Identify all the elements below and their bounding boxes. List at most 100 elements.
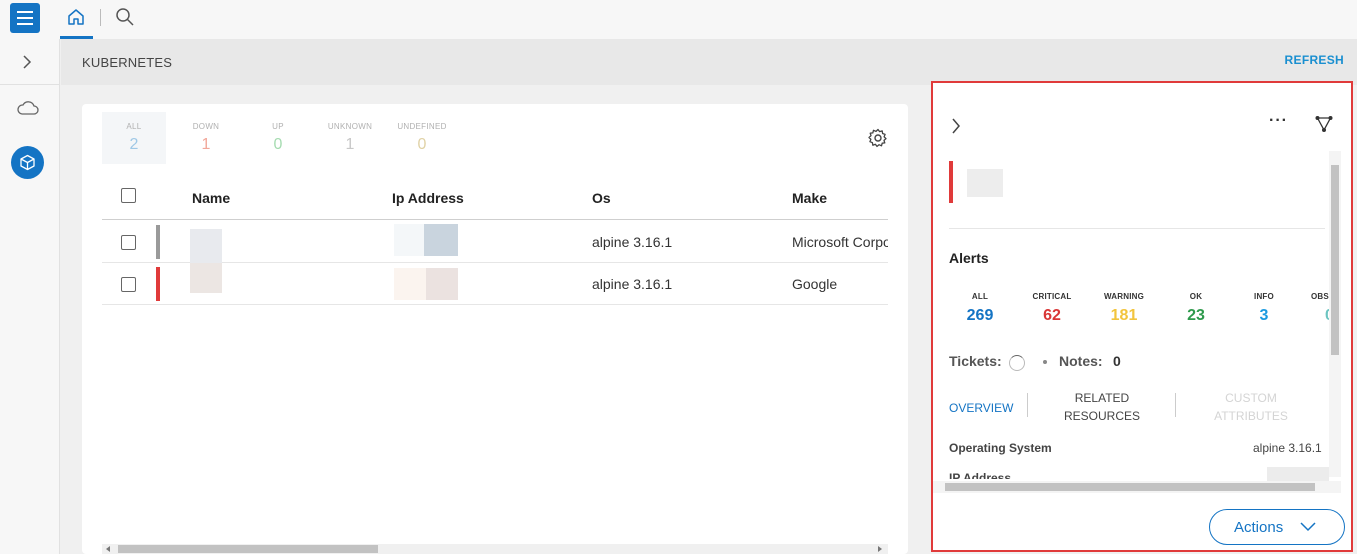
search-icon[interactable] <box>115 7 135 27</box>
divider <box>949 228 1325 229</box>
redacted-name <box>190 229 222 263</box>
alert-count-value: 269 <box>966 307 994 324</box>
alert-count-value: 181 <box>1110 307 1138 324</box>
redacted-name <box>190 263 222 293</box>
filter-unknown[interactable]: UNKNOWN 1 <box>318 112 382 164</box>
row-checkbox[interactable] <box>121 277 136 292</box>
filter-count: 0 <box>273 136 283 153</box>
tab-overview[interactable]: OVERVIEW <box>949 399 1013 417</box>
filter-count: 1 <box>201 136 211 153</box>
column-header-make[interactable]: Make <box>792 190 827 206</box>
vertical-scrollbar[interactable] <box>1329 151 1341 477</box>
top-bar <box>0 0 1357 39</box>
notes-count: 0 <box>1113 353 1121 369</box>
filter-all[interactable]: ALL 2 <box>102 112 166 164</box>
tickets-label: Tickets: <box>949 353 1002 369</box>
table-row[interactable]: alpine 3.16.1 Microsoft Corpo <box>102 221 888 263</box>
filter-label: DOWN <box>192 122 220 131</box>
left-rail <box>0 39 60 554</box>
scrollbar-thumb[interactable] <box>118 545 378 553</box>
tab-separator <box>1175 393 1176 417</box>
cloud-icon[interactable] <box>16 99 40 117</box>
column-header-ip-address[interactable]: Ip Address <box>392 190 464 206</box>
table-header: Name Ip Address Os Make <box>102 176 888 220</box>
home-tab[interactable] <box>60 0 93 39</box>
filter-label: UNDEFINED <box>397 122 447 131</box>
ip-address-label: IP Address <box>949 471 1012 479</box>
expand-nav-button[interactable] <box>0 39 60 85</box>
scrollbar-thumb[interactable] <box>945 483 1315 491</box>
actions-button[interactable]: Actions <box>1209 509 1345 545</box>
bullet-separator <box>1043 360 1047 364</box>
alerts-heading: Alerts <box>949 250 989 266</box>
scrollbar-thumb[interactable] <box>1331 165 1339 355</box>
loading-spinner-icon <box>1009 355 1025 371</box>
home-icon <box>68 9 84 25</box>
operating-system-label: Operating System <box>949 441 1052 455</box>
page-header: KUBERNETES REFRESH <box>61 39 1357 85</box>
redacted-resource-name <box>967 169 1003 197</box>
alert-count-warning[interactable]: WARNING 181 <box>1094 292 1154 325</box>
alert-count-label: OBSERVED <box>1311 292 1329 301</box>
alert-count-value: 23 <box>1187 307 1205 324</box>
filter-count: 0 <box>417 136 427 153</box>
os-cell: alpine 3.16.1 <box>592 276 673 292</box>
chevron-right-icon[interactable] <box>950 117 962 135</box>
os-cell: alpine 3.16.1 <box>592 234 673 250</box>
resource-detail-panel: ··· Alerts ALL 269 CRITICAL 62 WARNING 1… <box>931 81 1353 552</box>
menu-icon[interactable] <box>10 3 40 33</box>
filter-label: ALL <box>126 122 142 131</box>
table-row[interactable]: alpine 3.16.1 Google <box>102 263 888 305</box>
gear-icon[interactable] <box>868 128 888 148</box>
tab-related-resources[interactable]: RELATED RESOURCES <box>1057 389 1147 425</box>
alert-count-all[interactable]: ALL 269 <box>950 292 1010 325</box>
resource-list-card: ALL 2 DOWN 1 UP 0 UNKNOWN 1 UNDEFINED 0 … <box>82 104 908 554</box>
redacted-ip-address <box>1267 467 1329 481</box>
status-indicator <box>156 267 160 301</box>
alert-count-value: 62 <box>1043 307 1061 324</box>
filter-down[interactable]: DOWN 1 <box>174 112 238 164</box>
column-header-os[interactable]: Os <box>592 190 611 206</box>
alert-count-value: 3 <box>1259 307 1269 324</box>
topology-icon[interactable] <box>1315 115 1333 133</box>
alert-count-label: WARNING <box>1103 292 1145 301</box>
select-all-checkbox[interactable] <box>121 188 136 203</box>
filter-count: 2 <box>129 136 139 153</box>
alert-count-label: INFO <box>1254 292 1274 301</box>
alert-count-critical[interactable]: CRITICAL 62 <box>1022 292 1082 325</box>
filter-label: UP <box>272 122 284 131</box>
notes-label: Notes: <box>1059 353 1103 369</box>
column-header-name[interactable]: Name <box>192 190 230 206</box>
chevron-down-icon <box>1300 522 1316 532</box>
alert-count-label: OK <box>1189 292 1203 301</box>
scroll-right-arrow[interactable] <box>878 546 882 552</box>
horizontal-scrollbar[interactable] <box>933 481 1341 493</box>
horizontal-scrollbar[interactable] <box>102 544 888 554</box>
filter-up[interactable]: UP 0 <box>246 112 310 164</box>
filter-undefined[interactable]: UNDEFINED 0 <box>390 112 454 164</box>
refresh-button[interactable]: REFRESH <box>1285 53 1344 67</box>
scroll-left-arrow[interactable] <box>106 546 110 552</box>
kubernetes-nav-button[interactable] <box>11 146 44 179</box>
operating-system-value: alpine 3.16.1 <box>1253 441 1322 455</box>
tab-separator <box>1027 393 1028 417</box>
make-cell: Google <box>792 276 838 292</box>
redacted-ip-address <box>394 224 458 256</box>
more-options-icon[interactable]: ··· <box>1269 112 1288 130</box>
alert-count-observed[interactable]: OBSERVED 0 <box>1299 292 1329 325</box>
page-title: KUBERNETES <box>82 55 173 70</box>
tab-custom-attributes: CUSTOM ATTRIBUTES <box>1214 391 1288 423</box>
alert-count-label: CRITICAL <box>1032 292 1072 301</box>
row-checkbox[interactable] <box>121 235 136 250</box>
status-indicator <box>156 225 160 259</box>
make-cell: Microsoft Corpo <box>792 234 888 250</box>
filter-count: 1 <box>345 136 355 153</box>
resource-status-bar <box>949 161 953 203</box>
alert-count-ok[interactable]: OK 23 <box>1166 292 1226 325</box>
redacted-ip-address <box>394 268 458 300</box>
alert-count-label: ALL <box>971 292 989 301</box>
tab-separator <box>100 9 101 26</box>
chevron-right-icon <box>23 55 32 69</box>
alert-count-info[interactable]: INFO 3 <box>1234 292 1294 325</box>
filter-label: UNKNOWN <box>327 122 373 131</box>
